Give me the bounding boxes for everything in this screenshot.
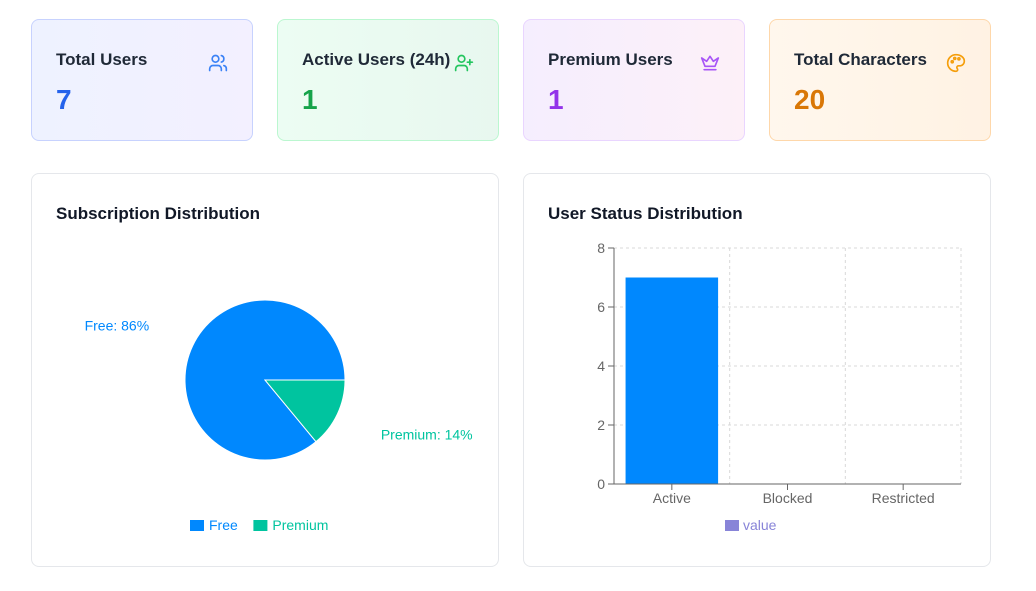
pie-label: Premium: 14% xyxy=(381,426,473,442)
palette-icon xyxy=(946,53,966,73)
stat-card-total-characters: Total Characters 20 xyxy=(769,19,991,141)
stat-value: 7 xyxy=(56,84,72,115)
y-tick-label: 2 xyxy=(597,417,605,433)
stat-value: 20 xyxy=(794,84,826,115)
legend-swatch xyxy=(725,520,739,531)
subscription-distribution-panel: Subscription Distribution Free: 86% Premi… xyxy=(31,173,499,567)
stat-title: Total Characters xyxy=(794,50,927,69)
stat-card-total-users: Total Users 7 xyxy=(31,19,253,141)
legend-label: Premium xyxy=(272,517,328,533)
stat-title: Premium Users xyxy=(548,50,673,69)
user-plus-icon xyxy=(454,53,474,73)
y-tick-label: 6 xyxy=(597,299,605,315)
stat-value: 1 xyxy=(548,84,564,115)
stat-title: Active Users (24h) xyxy=(302,50,451,69)
stat-value: 1 xyxy=(302,84,318,115)
user-status-distribution-panel: User Status Distribution 0 2 4 6 8 Active Bloc… xyxy=(523,173,991,567)
stat-card-active-users: Active Users (24h) 1 xyxy=(277,19,499,141)
pie-label: Free: 86% xyxy=(85,318,150,334)
bar-chart: 0 2 4 6 8 Active Blocked Restricted value xyxy=(597,240,962,533)
y-tick-label: 0 xyxy=(597,476,605,492)
users-icon xyxy=(208,53,228,73)
x-tick-label: Blocked xyxy=(763,490,813,506)
y-tick-label: 8 xyxy=(597,240,605,256)
legend-label: Free xyxy=(209,517,238,533)
pie-chart: Free: 86% Premium: 14% Free Premium xyxy=(85,299,473,533)
x-tick-label: Active xyxy=(653,490,691,506)
y-tick-label: 4 xyxy=(597,358,605,374)
crown-icon xyxy=(700,53,720,73)
stat-title: Total Users xyxy=(56,50,148,69)
stat-card-premium-users: Premium Users 1 xyxy=(523,19,745,141)
legend-swatch xyxy=(190,520,204,531)
x-tick-label: Restricted xyxy=(872,490,935,506)
bar-active xyxy=(625,277,719,484)
legend-swatch xyxy=(253,520,268,531)
legend-label: value xyxy=(743,517,777,533)
